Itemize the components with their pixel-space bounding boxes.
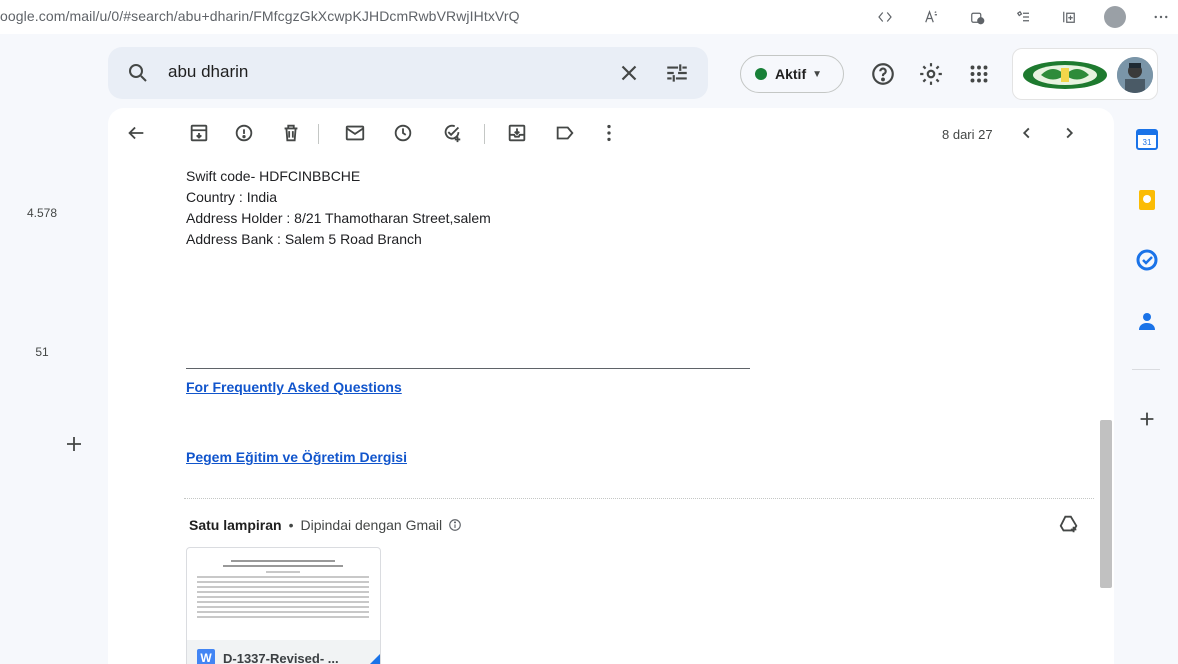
browser-address-bar[interactable]: oogle.com/mail/u/0/#search/abu+dharin/FM…	[0, 0, 1178, 34]
profile-icon[interactable]	[1098, 4, 1132, 30]
status-dot	[755, 68, 767, 80]
add-addon-icon[interactable]	[1136, 408, 1158, 430]
separator-bullet: •	[288, 517, 294, 533]
file-corner-icon	[358, 654, 380, 664]
email-line: Address Holder : 8/21 Thamotharan Street…	[186, 210, 491, 226]
attachment-divider	[184, 498, 1094, 499]
pagination-text: 8 dari 27	[942, 127, 993, 142]
email-line: Country : India	[186, 189, 278, 205]
organization-logo	[1021, 59, 1109, 91]
attachment-thumbnail[interactable]: W D-1337-Revised- ...	[186, 547, 381, 664]
chevron-down-icon: ▼	[812, 68, 823, 80]
add-task-icon[interactable]	[441, 122, 463, 144]
report-spam-icon[interactable]	[233, 122, 255, 144]
attachment-subtitle: Dipindai dengan Gmail	[300, 517, 443, 533]
browser-toolbar	[856, 4, 1178, 30]
svg-text:31: 31	[1143, 138, 1152, 147]
email-line: Swift code- HDFCINBBCHE	[186, 168, 361, 184]
document-preview	[197, 560, 369, 621]
search-icon[interactable]	[126, 61, 150, 85]
more-options-icon[interactable]	[598, 122, 620, 144]
attachment-header: Satu lampiran • Dipindai dengan Gmail	[189, 517, 462, 533]
back-arrow-icon[interactable]	[125, 122, 147, 144]
collections-icon[interactable]	[1052, 4, 1086, 30]
reader-mode-icon[interactable]	[868, 4, 902, 30]
search-options-icon[interactable]	[664, 60, 690, 86]
message-toolbar: 8 dari 27	[108, 108, 1114, 160]
delete-icon[interactable]	[280, 122, 302, 144]
status-selector[interactable]: Aktif ▼	[740, 55, 844, 93]
word-file-icon: W	[197, 649, 215, 664]
extensions-icon[interactable]	[960, 4, 994, 30]
avatar[interactable]	[1117, 57, 1153, 93]
toolbar-divider	[318, 124, 319, 144]
attachment-file-name: D-1337-Revised- ...	[223, 650, 339, 664]
rail-count: 51	[35, 345, 49, 359]
read-aloud-icon[interactable]	[914, 4, 948, 30]
gear-icon[interactable]	[918, 61, 944, 87]
message-panel: 8 dari 27 Swift code- HDFCINBBCHE Countr…	[108, 108, 1114, 664]
clear-search-icon[interactable]	[616, 60, 642, 86]
rail-count: 4.578	[26, 206, 58, 220]
chevron-right-icon[interactable]	[1058, 122, 1080, 144]
apps-icon[interactable]	[966, 61, 992, 87]
tasks-icon[interactable]	[1136, 249, 1158, 271]
toolbar-divider	[484, 124, 485, 144]
status-label: Aktif	[775, 66, 807, 82]
snooze-icon[interactable]	[392, 122, 414, 144]
account-switcher[interactable]	[1012, 48, 1158, 100]
attachment-file-bar: W D-1337-Revised- ...	[187, 640, 380, 664]
calendar-icon[interactable]: 31	[1136, 128, 1158, 150]
attachment-title: Satu lampiran	[189, 517, 282, 533]
keep-icon[interactable]	[1136, 189, 1158, 211]
faq-link[interactable]: For Frequently Asked Questions	[186, 379, 402, 395]
contacts-icon[interactable]	[1136, 310, 1158, 332]
archive-icon[interactable]	[188, 122, 210, 144]
favorites-icon[interactable]	[1006, 4, 1040, 30]
search-bar[interactable]: abu dharin	[108, 47, 708, 99]
search-input[interactable]: abu dharin	[168, 62, 248, 82]
journal-link[interactable]: Pegem Eğitim ve Öğretim Dergisi	[186, 449, 407, 465]
label-icon[interactable]	[554, 122, 576, 144]
add-icon[interactable]	[62, 432, 86, 456]
move-to-icon[interactable]	[506, 122, 528, 144]
mark-unread-icon[interactable]	[344, 122, 366, 144]
email-line: Address Bank : Salem 5 Road Branch	[186, 231, 422, 247]
more-icon[interactable]	[1144, 4, 1178, 30]
scrollbar-thumb[interactable]	[1100, 420, 1112, 588]
email-divider	[186, 368, 750, 369]
url-text[interactable]: oogle.com/mail/u/0/#search/abu+dharin/FM…	[0, 8, 520, 24]
add-to-drive-icon[interactable]	[1058, 513, 1080, 535]
chevron-left-icon[interactable]	[1016, 122, 1038, 144]
side-panel-divider	[1132, 369, 1160, 370]
help-icon[interactable]	[870, 61, 896, 87]
info-icon[interactable]	[448, 518, 462, 532]
gmail-app: abu dharin Aktif ▼ 4.578 51 8 dari 27 Sw…	[0, 34, 1178, 664]
